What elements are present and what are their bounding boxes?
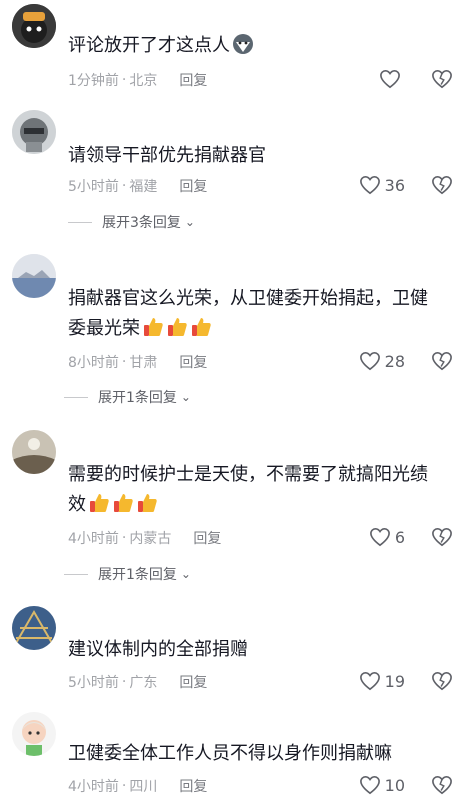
comment-text-line-1: 捐献器官这么光荣，从卫健委开始捐起，卫健: [68, 288, 428, 309]
broken-heart-icon[interactable]: [431, 671, 453, 691]
seascape-avatar-icon: [12, 254, 56, 298]
avatar[interactable]: [12, 4, 56, 48]
thumbs-up-emoji-icon: [192, 318, 211, 336]
like-button[interactable]: 10: [359, 775, 405, 795]
divider: [64, 573, 88, 575]
comment-text: 卫健委全体工作人员不得以身作则捐献嘛: [68, 743, 392, 764]
desert-avatar-icon: [12, 430, 56, 474]
husky-emoji-icon: [233, 34, 253, 54]
avatar[interactable]: [12, 110, 56, 154]
like-button[interactable]: 6: [369, 527, 405, 547]
separator: ·: [121, 674, 127, 690]
helmet-avatar-icon: [12, 110, 56, 154]
like-button[interactable]: [379, 69, 405, 89]
reply-button[interactable]: 回复: [179, 776, 207, 796]
comment-location: 北京: [129, 73, 158, 89]
thumbs-up-emoji-icon: [144, 318, 163, 336]
expand-replies-label: 展开3条回复: [102, 215, 181, 231]
comment-location: 福建: [129, 179, 158, 195]
comment-text-line-2: 委最光荣: [68, 313, 439, 345]
like-count: 6: [394, 527, 405, 547]
separator: ·: [121, 178, 127, 194]
divider: [68, 221, 92, 223]
reply-button[interactable]: 回复: [179, 352, 207, 372]
like-button[interactable]: 19: [359, 671, 405, 691]
comment-location: 四川: [129, 779, 158, 795]
cat-avatar-icon: [12, 4, 56, 48]
thumbs-up-emoji-icon: [90, 494, 109, 512]
comment-location: 广东: [129, 675, 158, 691]
separator: ·: [121, 530, 127, 546]
dome-avatar-icon: [12, 606, 56, 650]
like-count: 36: [384, 175, 405, 195]
separator: ·: [121, 72, 127, 88]
expand-replies-label: 展开1条回复: [98, 567, 177, 583]
comment-text-line-1: 需要的时候护士是天使，不需要了就搞阳光绩: [68, 464, 428, 485]
broken-heart-icon[interactable]: [431, 351, 453, 371]
comment-text: 请领导干部优先捐献器官: [68, 145, 266, 166]
comment-time: 8小时前: [68, 355, 119, 371]
like-button[interactable]: 36: [359, 175, 405, 195]
comment-text: 评论放开了才这点人: [68, 30, 439, 62]
divider: [64, 396, 88, 398]
comment-time: 4小时前: [68, 531, 119, 547]
thumbs-up-emoji-icon: [138, 494, 157, 512]
comment-text-line-2: 效: [68, 489, 439, 521]
expand-replies-button[interactable]: 展开1条回复 ⌄: [64, 564, 191, 584]
chevron-down-icon: ⌄: [180, 567, 191, 581]
like-button[interactable]: 28: [359, 351, 405, 371]
comment-location: 甘肃: [129, 355, 158, 371]
comment-time: 5小时前: [68, 179, 119, 195]
heart-icon: [359, 671, 380, 691]
broken-heart-icon[interactable]: [431, 69, 453, 89]
expand-replies-label: 展开1条回复: [98, 390, 177, 406]
comment-location: 内蒙古: [129, 531, 172, 547]
like-count: 10: [384, 775, 405, 795]
chevron-down-icon: ⌄: [184, 215, 195, 229]
avatar[interactable]: [12, 712, 56, 756]
avatar[interactable]: [12, 254, 56, 298]
broken-heart-icon[interactable]: [431, 527, 453, 547]
reply-button[interactable]: 回复: [179, 672, 207, 692]
comment-meta: 1分钟前 · 北京 回复: [68, 70, 207, 90]
like-count: 28: [384, 351, 405, 371]
heart-icon: [369, 527, 390, 547]
comment-time: 5小时前: [68, 675, 119, 691]
comment-text: 建议体制内的全部捐赠: [68, 639, 248, 660]
heart-icon: [359, 175, 380, 195]
separator: ·: [121, 354, 127, 370]
thumbs-up-emoji-icon: [168, 318, 187, 336]
expand-replies-button[interactable]: 展开3条回复 ⌄: [68, 212, 195, 232]
expand-replies-button[interactable]: 展开1条回复 ⌄: [64, 387, 191, 407]
broken-heart-icon[interactable]: [431, 775, 453, 795]
reply-button[interactable]: 回复: [193, 528, 221, 548]
comment-time: 4小时前: [68, 779, 119, 795]
like-count: 19: [384, 671, 405, 691]
cartoon-girl-avatar-icon: [12, 712, 56, 756]
comment-meta: 5小时前 · 广东 回复: [68, 672, 207, 692]
heart-icon: [380, 69, 400, 89]
comment-meta: 8小时前 · 甘肃 回复: [68, 352, 207, 372]
avatar[interactable]: [12, 606, 56, 650]
avatar[interactable]: [12, 430, 56, 474]
separator: ·: [121, 778, 127, 794]
chevron-down-icon: ⌄: [180, 390, 191, 404]
comment-time: 1分钟前: [68, 73, 119, 89]
comment-meta: 4小时前 · 四川 回复: [68, 776, 207, 796]
reply-button[interactable]: 回复: [179, 70, 207, 90]
broken-heart-icon[interactable]: [431, 175, 453, 195]
thumbs-up-emoji-icon: [114, 494, 133, 512]
reply-button[interactable]: 回复: [179, 176, 207, 196]
heart-icon: [359, 775, 380, 795]
comment-meta: 5小时前 · 福建 回复: [68, 176, 207, 196]
heart-icon: [359, 351, 380, 371]
comment-meta: 4小时前 · 内蒙古 回复: [68, 528, 221, 548]
